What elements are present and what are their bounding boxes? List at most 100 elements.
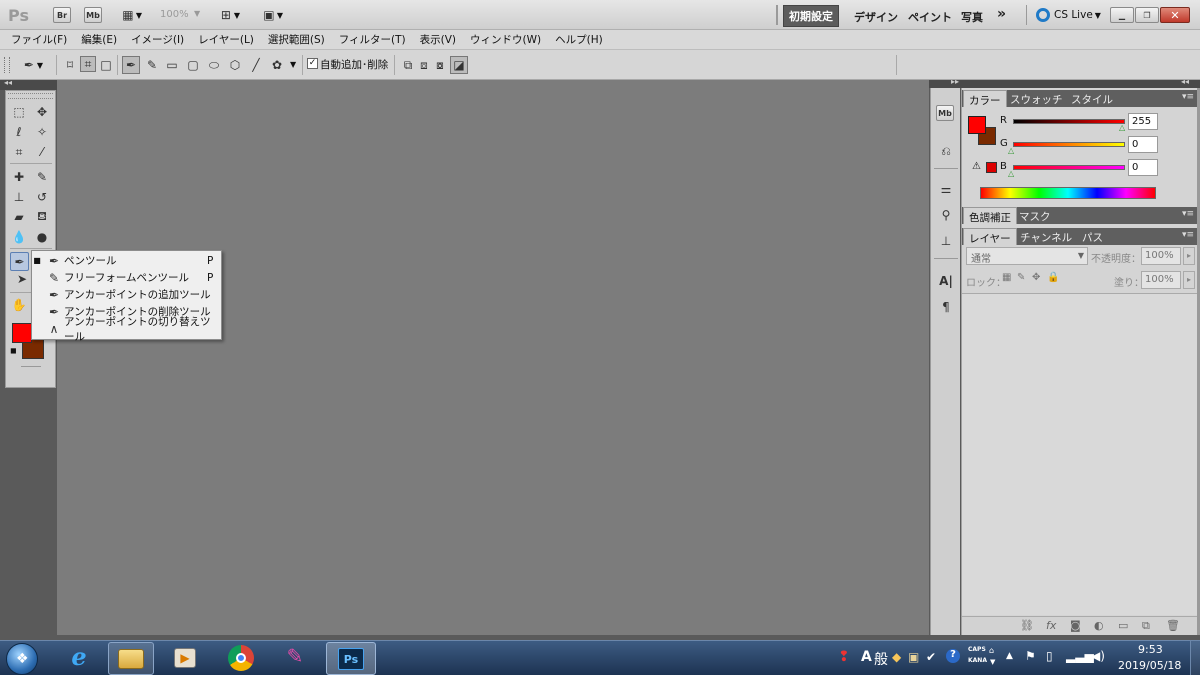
dodge-icon[interactable]: ● bbox=[34, 229, 50, 245]
taskbar-ie[interactable]: e bbox=[56, 641, 102, 675]
healing-brush-icon[interactable]: ✚ bbox=[11, 169, 27, 185]
flyout-item-freeform-pen[interactable]: ✎ フリーフォームペンツール P bbox=[32, 269, 221, 286]
taskbar-paint-app[interactable]: ✎ bbox=[272, 641, 318, 675]
volume-icon[interactable]: ◀) bbox=[1091, 649, 1105, 663]
ime-tool-icon[interactable]: ◆ bbox=[892, 650, 901, 664]
mini-bridge-button[interactable]: Mb bbox=[84, 7, 102, 23]
collapse-icon[interactable]: ◂◂ bbox=[1181, 77, 1189, 86]
menu-image[interactable]: イメージ(I) bbox=[124, 32, 191, 47]
chevron-right-icon[interactable]: ▸ bbox=[1183, 271, 1195, 289]
subtract-shape-area-icon[interactable]: ⧈ bbox=[416, 57, 432, 73]
fx-icon[interactable]: fx bbox=[1046, 619, 1056, 632]
chevron-down-icon[interactable]: ▼ bbox=[990, 658, 995, 666]
cs-live-button[interactable]: CS Live ▼ bbox=[1036, 7, 1101, 23]
menu-help[interactable]: ヘルプ(H) bbox=[548, 32, 610, 47]
warning-icon[interactable]: ⚠ bbox=[972, 161, 981, 172]
action-center-flag-icon[interactable]: ⚑ bbox=[1025, 649, 1036, 663]
default-colors-icon[interactable]: ◼ bbox=[10, 346, 17, 355]
zoom-level[interactable]: 100% bbox=[160, 9, 189, 20]
document-canvas-area[interactable] bbox=[57, 80, 929, 635]
workspace-design[interactable]: デザイン bbox=[854, 9, 898, 25]
more-workspaces-button[interactable]: » bbox=[997, 6, 1006, 22]
taskbar-chrome[interactable] bbox=[218, 641, 264, 675]
red-slider[interactable] bbox=[1013, 119, 1125, 124]
paint-bucket-icon[interactable]: ⛾ bbox=[34, 209, 50, 225]
fill-input[interactable]: 100% bbox=[1141, 271, 1181, 289]
show-hidden-icons-icon[interactable]: ▲ bbox=[1006, 651, 1013, 661]
add-mask-icon[interactable]: ◙ bbox=[1070, 619, 1081, 632]
eraser-icon[interactable]: ▰ bbox=[11, 209, 27, 225]
menu-edit[interactable]: 編集(E) bbox=[74, 32, 124, 47]
lock-all-icon[interactable]: 🔒 bbox=[1047, 272, 1059, 283]
workspace-photography[interactable]: 写真 bbox=[961, 9, 983, 25]
intersect-shape-area-icon[interactable]: ⧇ bbox=[432, 57, 448, 73]
taskbar-photoshop[interactable]: Ps bbox=[326, 642, 376, 675]
blue-slider[interactable] bbox=[1013, 165, 1125, 170]
ellipse-icon[interactable]: ⬭ bbox=[206, 57, 222, 73]
view-extras-dropdown[interactable]: ▦ ▼ bbox=[116, 7, 146, 23]
panel-menu-icon[interactable]: ▾≡ bbox=[1182, 209, 1194, 219]
layers-list[interactable] bbox=[962, 294, 1198, 615]
menu-select[interactable]: 選択範囲(S) bbox=[261, 32, 332, 47]
tab-masks[interactable]: マスク bbox=[1014, 207, 1056, 224]
line-icon[interactable]: ╱ bbox=[248, 57, 264, 73]
new-group-icon[interactable]: ▭ bbox=[1118, 619, 1128, 632]
color-panel-fg-swatch[interactable] bbox=[968, 116, 986, 134]
menu-file[interactable]: ファイル(F) bbox=[4, 32, 74, 47]
menu-view[interactable]: 表示(V) bbox=[413, 32, 463, 47]
flyout-item-convert-point[interactable]: ∧ アンカーポイントの切り替えツール bbox=[32, 316, 221, 343]
pen-tool-icon[interactable]: ✒ bbox=[10, 252, 29, 271]
tab-layers[interactable]: レイヤー bbox=[963, 228, 1017, 245]
collapse-icon[interactable]: ▸▸ bbox=[951, 77, 959, 86]
rectangle-icon[interactable]: ▭ bbox=[164, 57, 180, 73]
network-signal-icon[interactable]: ▂▃▅ bbox=[1066, 649, 1094, 663]
arrange-documents-dropdown[interactable]: ⊞ ▼ bbox=[214, 7, 244, 23]
red-value-input[interactable]: 255 bbox=[1128, 113, 1158, 130]
close-button[interactable]: ✕ bbox=[1160, 7, 1190, 23]
tool-preset-picker[interactable]: ✒ ▼ bbox=[16, 56, 48, 74]
taskbar-explorer[interactable] bbox=[108, 642, 154, 675]
ime-mode-general[interactable]: 般 bbox=[874, 649, 888, 669]
flyout-item-add-anchor[interactable]: ✒ アンカーポイントの追加ツール bbox=[32, 286, 221, 303]
clock-time[interactable]: 9:53 bbox=[1138, 643, 1163, 656]
menu-filter[interactable]: フィルター(T) bbox=[332, 32, 413, 47]
green-slider[interactable] bbox=[1013, 142, 1125, 147]
menu-layer[interactable]: レイヤー(L) bbox=[191, 32, 261, 47]
adjustments-panel-icon[interactable]: ⚌ bbox=[938, 181, 954, 197]
slider-thumb-icon[interactable]: △ bbox=[1008, 169, 1014, 178]
green-value-input[interactable]: 0 bbox=[1128, 136, 1158, 153]
color-ramp[interactable] bbox=[980, 187, 1156, 199]
blur-icon[interactable]: 💧 bbox=[11, 229, 27, 245]
blend-mode-select[interactable]: 通常 ▼ bbox=[966, 247, 1088, 265]
paragraph-panel-icon[interactable]: ¶ bbox=[938, 299, 954, 315]
clone-source-panel-icon[interactable]: ⚲ bbox=[938, 207, 954, 223]
auto-add-delete-checkbox[interactable]: ✓ bbox=[307, 58, 318, 69]
new-layer-icon[interactable]: ⧉ bbox=[1142, 619, 1150, 633]
custom-shape-icon[interactable]: ✿ bbox=[269, 57, 285, 73]
paths-icon[interactable]: ⌗ bbox=[80, 56, 96, 72]
show-desktop-button[interactable] bbox=[1190, 641, 1200, 675]
collapse-icon[interactable]: ◂◂ bbox=[4, 78, 12, 87]
tab-styles[interactable]: スタイル bbox=[1066, 90, 1118, 107]
pen-tool-icon[interactable]: ✒ bbox=[122, 56, 140, 74]
history-brush-icon[interactable]: ↺ bbox=[34, 189, 50, 205]
panel-menu-icon[interactable]: ▾≡ bbox=[1182, 230, 1194, 240]
link-layers-icon[interactable]: ⛓ bbox=[1020, 619, 1034, 632]
slider-thumb-icon[interactable]: △ bbox=[1119, 123, 1125, 132]
rounded-rectangle-icon[interactable]: ▢ bbox=[185, 57, 201, 73]
lock-transparency-icon[interactable]: ▦ bbox=[1002, 272, 1011, 283]
adjustment-layer-icon[interactable]: ◐ bbox=[1094, 619, 1104, 632]
gamut-color-swatch[interactable] bbox=[986, 162, 997, 173]
tab-paths[interactable]: パス bbox=[1077, 228, 1108, 245]
ime-check-icon[interactable]: ✔ bbox=[926, 650, 936, 664]
start-button[interactable]: ❖ bbox=[6, 643, 38, 675]
eyedropper-icon[interactable]: ⁄ bbox=[34, 144, 50, 160]
chevron-right-icon[interactable]: ▸ bbox=[1183, 247, 1195, 265]
clone-stamp-icon[interactable]: ⊥ bbox=[11, 189, 27, 205]
move-icon[interactable]: ✥ bbox=[34, 104, 50, 120]
bridge-button[interactable]: Br bbox=[53, 7, 71, 23]
ime-dictionary-icon[interactable]: ▣ bbox=[908, 650, 919, 664]
tab-channels[interactable]: チャンネル bbox=[1015, 228, 1077, 245]
flyout-item-pen[interactable]: ■ ✒ ペンツール P bbox=[32, 252, 221, 269]
chevron-down-icon[interactable]: ▼ bbox=[290, 60, 296, 69]
